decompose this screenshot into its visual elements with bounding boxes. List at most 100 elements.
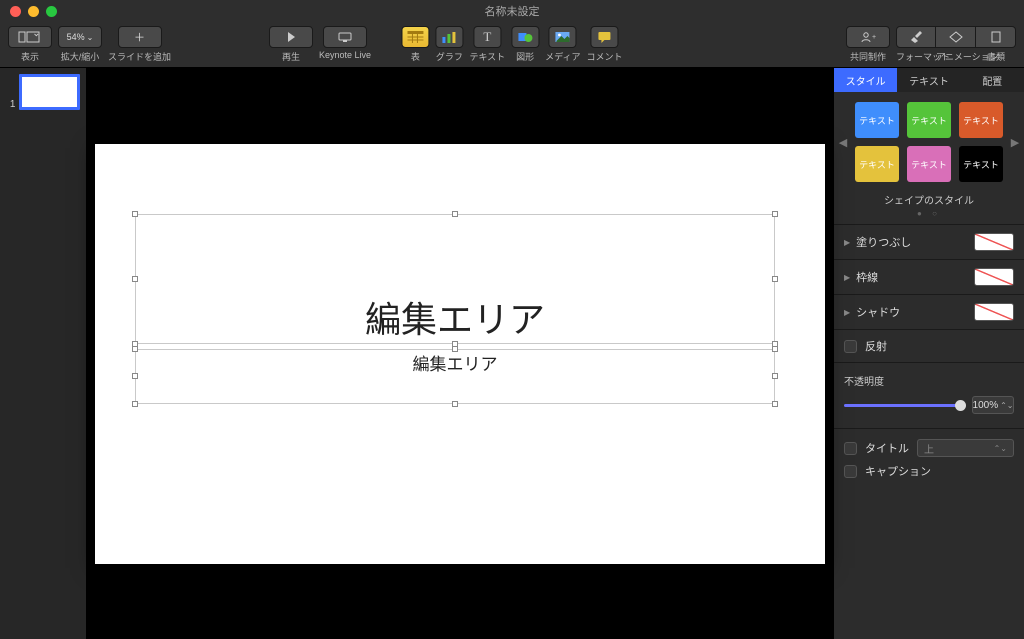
chart-icon — [441, 31, 457, 43]
window-minimize-button[interactable] — [28, 6, 39, 17]
animate-inspector-button[interactable] — [936, 26, 976, 48]
subtitle-text[interactable]: 編集エリア — [413, 350, 498, 375]
border-label: 枠線 — [856, 269, 878, 285]
opacity-slider[interactable] — [844, 404, 964, 407]
window-traffic-lights — [0, 6, 57, 17]
swatch-label: テキスト — [963, 158, 999, 171]
zoom-menu-button[interactable]: 54% ⌄ — [58, 26, 102, 48]
shape-button[interactable] — [511, 26, 539, 48]
disclosure-triangle-icon: ▶ — [844, 308, 850, 317]
format-label: フォーマット — [896, 50, 936, 63]
collaborate-button[interactable]: + — [846, 26, 890, 48]
diamond-icon — [948, 31, 964, 43]
reflection-label: 反射 — [865, 338, 887, 354]
comment-label: コメント — [587, 50, 623, 63]
keynote-live-button[interactable] — [323, 26, 367, 48]
style-swatch[interactable]: テキスト — [855, 146, 899, 182]
swatch-label: テキスト — [911, 114, 947, 127]
disclosure-triangle-icon: ▶ — [844, 238, 850, 247]
resize-handle[interactable] — [772, 373, 778, 379]
resize-handle[interactable] — [772, 346, 778, 352]
media-button[interactable] — [549, 26, 577, 48]
person-add-icon: + — [859, 31, 877, 43]
shadow-label: シャドウ — [856, 304, 900, 320]
title-text[interactable]: 編集エリア — [365, 291, 545, 343]
tab-style[interactable]: スタイル — [834, 68, 897, 92]
chart-button[interactable] — [435, 26, 463, 48]
border-section[interactable]: ▶枠線 — [834, 259, 1024, 294]
resize-handle[interactable] — [132, 401, 138, 407]
window-close-button[interactable] — [10, 6, 21, 17]
view-label: 表示 — [21, 50, 39, 63]
style-swatch[interactable]: テキスト — [959, 102, 1003, 138]
style-swatch[interactable]: テキスト — [907, 102, 951, 138]
caption-checkbox[interactable] — [844, 465, 857, 478]
style-swatch[interactable]: テキスト — [959, 146, 1003, 182]
media-icon — [555, 31, 571, 43]
resize-handle[interactable] — [132, 276, 138, 282]
slide-thumbnail-row[interactable]: 1 — [6, 74, 80, 110]
comment-icon — [597, 31, 613, 43]
slide[interactable]: 編集エリア 編集エリア — [95, 144, 825, 564]
keynote-live-label: Keynote Live — [319, 50, 371, 60]
resize-handle[interactable] — [772, 276, 778, 282]
resize-handle[interactable] — [132, 346, 138, 352]
swatch-label: テキスト — [859, 114, 895, 127]
title-checkbox[interactable] — [844, 442, 857, 455]
border-color-well[interactable] — [974, 268, 1014, 286]
table-button[interactable] — [401, 26, 429, 48]
shape-icon — [517, 31, 533, 43]
swatch-label: テキスト — [859, 158, 895, 171]
fill-section[interactable]: ▶塗りつぶし — [834, 224, 1024, 259]
comment-button[interactable] — [591, 26, 619, 48]
add-slide-button[interactable]: ＋ — [118, 26, 162, 48]
text-button[interactable]: T — [473, 26, 501, 48]
chevron-updown-icon: ⌃⌄ — [994, 444, 1007, 453]
document-inspector-button[interactable] — [976, 26, 1016, 48]
chart-label: グラフ — [436, 50, 463, 63]
slide-thumbnail[interactable] — [19, 74, 80, 110]
style-swatch[interactable]: テキスト — [855, 102, 899, 138]
resize-handle[interactable] — [132, 373, 138, 379]
resize-handle[interactable] — [132, 211, 138, 217]
resize-handle[interactable] — [452, 211, 458, 217]
format-inspector: スタイル テキスト 配置 ◀ テキストテキストテキストテキストテキストテキスト … — [834, 68, 1024, 639]
stepper-icon[interactable]: ⌃⌄ — [1000, 401, 1013, 410]
title-position-select[interactable]: 上 ⌃⌄ — [917, 439, 1014, 457]
resize-handle[interactable] — [772, 401, 778, 407]
style-next-button[interactable]: ▶ — [1010, 136, 1020, 149]
shape-label: 図形 — [516, 50, 534, 63]
opacity-value-field[interactable]: 100% ⌃⌄ — [972, 396, 1014, 414]
text-label: テキスト — [469, 50, 505, 63]
plus-icon: ＋ — [134, 29, 145, 45]
title-text-box[interactable]: 編集エリア — [135, 214, 775, 344]
shape-style-grid: テキストテキストテキストテキストテキストテキスト — [848, 102, 1010, 182]
shadow-section[interactable]: ▶ シャドウ — [834, 294, 1024, 329]
slider-thumb[interactable] — [955, 400, 966, 411]
style-prev-button[interactable]: ◀ — [838, 136, 848, 149]
fill-color-well[interactable] — [974, 233, 1014, 251]
add-slide-label: スライドを追加 — [108, 50, 171, 63]
reflection-checkbox[interactable] — [844, 340, 857, 353]
slide-navigator[interactable]: 1 — [0, 68, 86, 639]
opacity-section: 不透明度 100% ⌃⌄ — [834, 362, 1024, 428]
resize-handle[interactable] — [452, 401, 458, 407]
style-swatch[interactable]: テキスト — [907, 146, 951, 182]
document-title: 名称未設定 — [485, 3, 540, 19]
table-label: 表 — [411, 50, 420, 63]
reflection-row[interactable]: 反射 — [834, 329, 1024, 362]
zoom-label: 拡大/縮小 — [61, 50, 100, 63]
slide-canvas[interactable]: 編集エリア 編集エリア — [86, 68, 834, 639]
caption-checkbox-label: キャプション — [865, 463, 931, 479]
inspector-toggle-group — [896, 26, 1016, 48]
subtitle-text-box[interactable]: 編集エリア — [135, 349, 775, 404]
window-zoom-button[interactable] — [46, 6, 57, 17]
resize-handle[interactable] — [772, 211, 778, 217]
format-inspector-button[interactable] — [896, 26, 936, 48]
shadow-color-well[interactable] — [974, 303, 1014, 321]
play-button[interactable] — [269, 26, 313, 48]
tab-arrange[interactable]: 配置 — [961, 68, 1024, 92]
view-menu-button[interactable] — [8, 26, 52, 48]
resize-handle[interactable] — [452, 346, 458, 352]
tab-text[interactable]: テキスト — [897, 68, 960, 92]
